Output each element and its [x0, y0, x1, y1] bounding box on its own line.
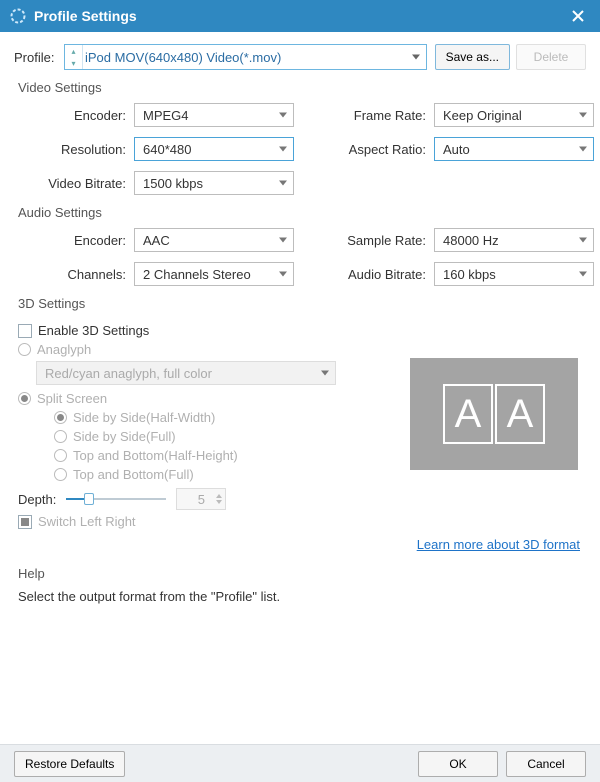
chevron-down-icon — [279, 238, 287, 243]
audio-encoder-select[interactable]: AAC — [134, 228, 294, 252]
window-title: Profile Settings — [34, 8, 137, 24]
resolution-select[interactable]: 640*480 — [134, 137, 294, 161]
app-logo-icon — [10, 8, 26, 24]
restore-defaults-button[interactable]: Restore Defaults — [14, 751, 125, 777]
chevron-down-icon — [579, 113, 587, 118]
sbs-full-label: Side by Side(Full) — [73, 429, 176, 444]
tab-full-radio — [54, 468, 67, 481]
video-bitrate-select[interactable]: 1500 kbps — [134, 171, 294, 195]
tab-half-radio — [54, 449, 67, 462]
3d-settings-title: 3D Settings — [18, 296, 586, 311]
aspect-value: Auto — [443, 142, 470, 157]
profile-label: Profile: — [14, 50, 64, 65]
video-encoder-label: Encoder: — [14, 108, 134, 123]
video-settings-group: Video Settings Encoder: MPEG4 Frame Rate… — [14, 80, 586, 195]
tab-half-label: Top and Bottom(Half-Height) — [73, 448, 238, 463]
video-bitrate-value: 1500 kbps — [143, 176, 203, 191]
video-encoder-value: MPEG4 — [143, 108, 189, 123]
help-group: Help Select the output format from the "… — [14, 566, 586, 604]
audio-bitrate-label: Audio Bitrate: — [324, 267, 434, 282]
anaglyph-mode-select: Red/cyan anaglyph, full color — [36, 361, 336, 385]
anaglyph-mode-value: Red/cyan anaglyph, full color — [45, 366, 212, 381]
ok-button[interactable]: OK — [418, 751, 498, 777]
sbs-half-radio — [54, 411, 67, 424]
split-screen-radio — [18, 392, 31, 405]
learn-more-link[interactable]: Learn more about 3D format — [417, 537, 580, 552]
chevron-down-icon — [216, 500, 222, 504]
enable-3d-label: Enable 3D Settings — [38, 323, 149, 338]
depth-label: Depth: — [18, 492, 56, 507]
anaglyph-label: Anaglyph — [37, 342, 91, 357]
resolution-value: 640*480 — [143, 142, 191, 157]
switch-lr-checkbox — [18, 515, 32, 529]
depth-value: 5 — [198, 492, 205, 507]
anaglyph-radio — [18, 343, 31, 356]
chevron-up-icon: ▴ — [65, 45, 82, 57]
video-bitrate-label: Video Bitrate: — [14, 176, 134, 191]
delete-button: Delete — [516, 44, 586, 70]
channels-select[interactable]: 2 Channels Stereo — [134, 262, 294, 286]
preview-left-frame: A — [443, 384, 493, 444]
chevron-down-icon: ▾ — [65, 57, 82, 69]
audio-bitrate-select[interactable]: 160 kbps — [434, 262, 594, 286]
audio-encoder-value: AAC — [143, 233, 170, 248]
video-settings-title: Video Settings — [18, 80, 586, 95]
chevron-down-icon — [279, 147, 287, 152]
audio-encoder-label: Encoder: — [14, 233, 134, 248]
chevron-down-icon — [279, 181, 287, 186]
sbs-half-label: Side by Side(Half-Width) — [73, 410, 215, 425]
chevron-down-icon — [279, 113, 287, 118]
chevron-down-icon — [279, 272, 287, 277]
framerate-label: Frame Rate: — [324, 108, 434, 123]
help-text: Select the output format from the "Profi… — [18, 589, 586, 604]
chevron-down-icon — [412, 55, 420, 60]
preview-right-frame: A — [495, 384, 545, 444]
samplerate-label: Sample Rate: — [324, 233, 434, 248]
split-screen-label: Split Screen — [37, 391, 107, 406]
aspect-select[interactable]: Auto — [434, 137, 594, 161]
profile-value: iPod MOV(640x480) Video(*.mov) — [85, 50, 281, 65]
profile-select[interactable]: ▴ ▾ iPod MOV(640x480) Video(*.mov) — [64, 44, 427, 70]
channels-label: Channels: — [14, 267, 134, 282]
switch-lr-label: Switch Left Right — [38, 514, 136, 529]
framerate-select[interactable]: Keep Original — [434, 103, 594, 127]
depth-spinner: 5 — [176, 488, 226, 510]
samplerate-select[interactable]: 48000 Hz — [434, 228, 594, 252]
samplerate-value: 48000 Hz — [443, 233, 499, 248]
profile-stepper[interactable]: ▴ ▾ — [65, 45, 83, 69]
video-encoder-select[interactable]: MPEG4 — [134, 103, 294, 127]
aspect-label: Aspect Ratio: — [324, 142, 434, 157]
cancel-button[interactable]: Cancel — [506, 751, 586, 777]
close-button[interactable] — [566, 4, 590, 28]
preview-glyph: A — [507, 392, 534, 437]
framerate-value: Keep Original — [443, 108, 522, 123]
chevron-down-icon — [321, 371, 329, 376]
sbs-full-radio — [54, 430, 67, 443]
audio-settings-group: Audio Settings Encoder: AAC Sample Rate:… — [14, 205, 586, 286]
chevron-down-icon — [579, 238, 587, 243]
preview-glyph: A — [455, 392, 482, 437]
channels-value: 2 Channels Stereo — [143, 267, 251, 282]
footer: Restore Defaults OK Cancel — [0, 744, 600, 782]
resolution-label: Resolution: — [14, 142, 134, 157]
titlebar: Profile Settings — [0, 0, 600, 32]
tab-full-label: Top and Bottom(Full) — [73, 467, 194, 482]
chevron-up-icon — [216, 494, 222, 498]
audio-settings-title: Audio Settings — [18, 205, 586, 220]
close-icon — [572, 10, 584, 22]
chevron-down-icon — [579, 147, 587, 152]
depth-slider[interactable] — [66, 491, 166, 507]
chevron-down-icon — [579, 272, 587, 277]
audio-bitrate-value: 160 kbps — [443, 267, 496, 282]
save-as-button[interactable]: Save as... — [435, 44, 510, 70]
slider-thumb-icon — [84, 493, 94, 505]
3d-preview: A A — [410, 358, 578, 470]
help-title: Help — [18, 566, 586, 581]
enable-3d-checkbox[interactable] — [18, 324, 32, 338]
